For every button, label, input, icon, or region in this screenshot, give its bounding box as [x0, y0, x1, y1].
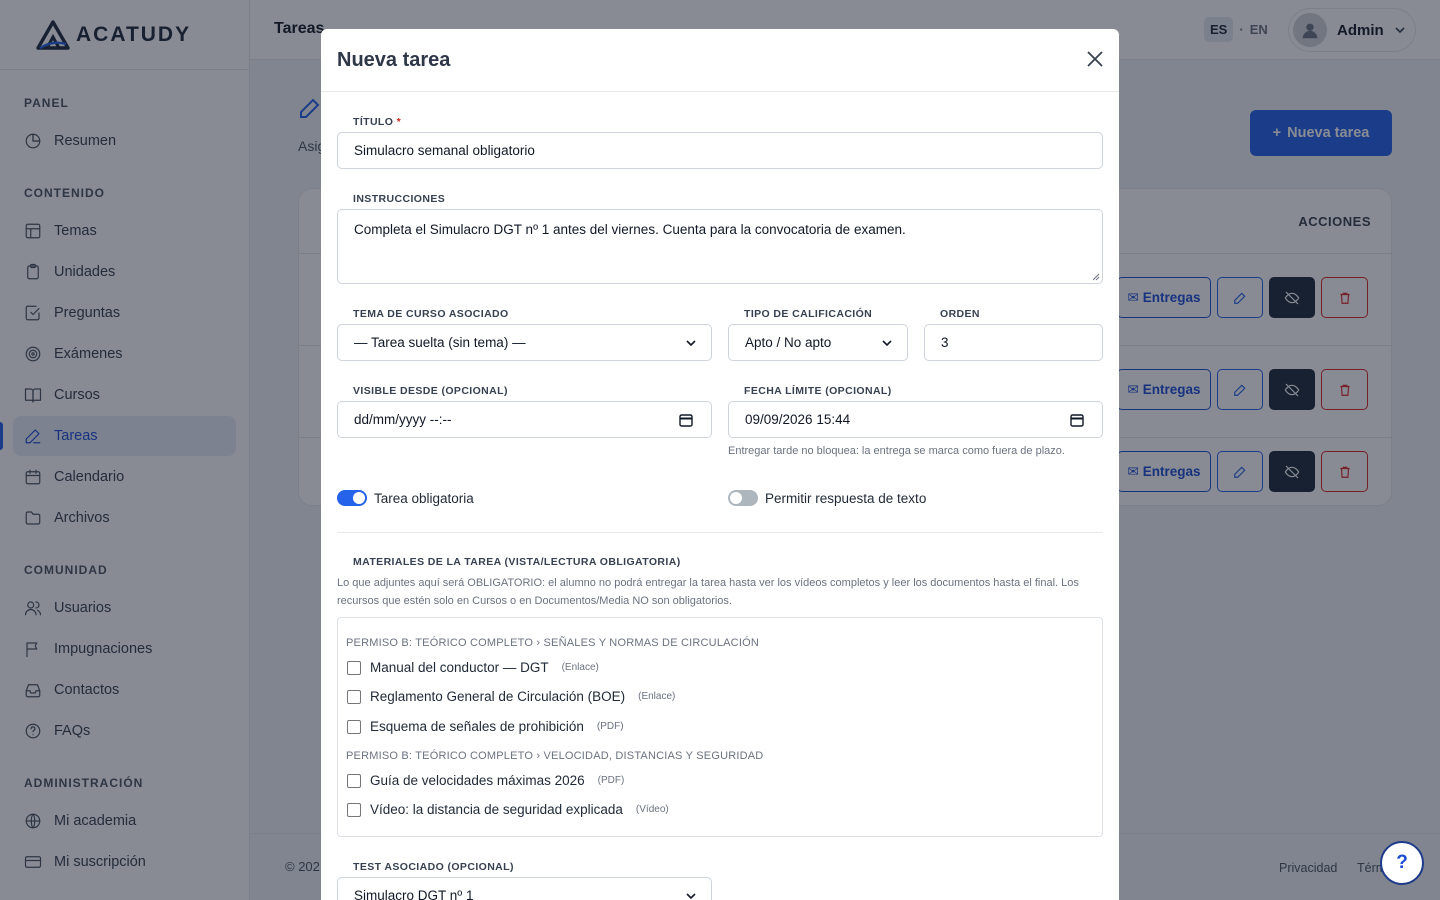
orden-input[interactable]: 3: [924, 324, 1103, 361]
visible-desde-input[interactable]: dd/mm/yyyy --:--: [337, 401, 712, 438]
instrucciones-textarea[interactable]: Completa el Simulacro DGT nº 1 antes del…: [337, 209, 1103, 284]
texto-label: Permitir respuesta de texto: [765, 491, 927, 506]
material-name: Esquema de señales de prohibición: [370, 719, 584, 734]
chevron-down-icon: [686, 892, 696, 899]
materiales-group-title: PERMISO B: TEÓRICO COMPLETO › SEÑALES Y …: [346, 637, 759, 649]
materiales-title: MATERIALES DE LA TAREA (VISTA/LECTURA OB…: [353, 556, 681, 568]
toggle-knob: [730, 492, 742, 504]
material-kind: (PDF): [597, 775, 625, 786]
texto-toggle[interactable]: [728, 490, 758, 506]
tema-label: TEMA DE CURSO ASOCIADO: [353, 308, 509, 320]
visible-desde-label: VISIBLE DESDE (OPCIONAL): [353, 385, 508, 397]
titulo-label: TÍTULO *: [353, 116, 401, 128]
test-select[interactable]: Simulacro DGT nº 1: [337, 877, 712, 900]
modal-title: Nueva tarea: [337, 49, 451, 71]
material-kind: (Enlace): [638, 691, 676, 702]
checkbox[interactable]: [347, 773, 361, 788]
test-label: TEST ASOCIADO (OPCIONAL): [353, 861, 514, 873]
calendar-icon[interactable]: [1070, 413, 1084, 427]
checkbox[interactable]: [347, 689, 361, 704]
visible-desde-value: dd/mm/yyyy --:--: [354, 412, 452, 427]
fecha-limite-label: FECHA LÍMITE (OPCIONAL): [744, 385, 892, 397]
material-kind: (Vídeo): [635, 804, 669, 815]
titulo-input[interactable]: Simulacro semanal obligatorio: [337, 132, 1103, 169]
materiales-description: Lo que adjuntes aquí será OBLIGATORIO: e…: [337, 577, 1079, 607]
checkbox[interactable]: [347, 802, 361, 817]
resize-handle-icon[interactable]: [1091, 272, 1100, 281]
tema-selected: — Tarea suelta (sin tema) —: [354, 335, 526, 350]
material-kind: (Enlace): [561, 662, 599, 673]
calificacion-label: TIPO DE CALIFICACIÓN: [744, 308, 873, 320]
materiales-list[interactable]: PERMISO B: TEÓRICO COMPLETO › SEÑALES Y …: [337, 617, 1103, 837]
new-task-modal: Nueva tarea TÍTULO * Simulacro semanal o…: [321, 29, 1119, 900]
checkbox[interactable]: [347, 660, 361, 675]
material-name: Guía de velocidades máximas 2026: [370, 773, 585, 788]
close-icon[interactable]: [1085, 49, 1105, 69]
list-item[interactable]: Vídeo: la distancia de seguridad explica…: [347, 802, 669, 817]
material-name: Vídeo: la distancia de seguridad explica…: [370, 802, 623, 817]
calendar-icon[interactable]: [679, 413, 693, 427]
material-kind: (PDF): [596, 721, 624, 732]
tema-select[interactable]: — Tarea suelta (sin tema) —: [337, 324, 712, 361]
instrucciones-label: INSTRUCCIONES: [353, 193, 446, 205]
obligatoria-toggle[interactable]: [337, 490, 367, 506]
fecha-limite-hint: Entregar tarde no bloquea: la entrega se…: [728, 445, 1065, 457]
checkbox[interactable]: [347, 719, 361, 734]
fecha-limite-input[interactable]: 09/09/2026 15:44: [728, 401, 1103, 438]
calificacion-selected: Apto / No apto: [745, 335, 832, 350]
list-item[interactable]: Reglamento General de Circulación (BOE) (…: [347, 689, 675, 704]
modal-header: Nueva tarea: [321, 29, 1119, 92]
list-item[interactable]: Manual del conductor — DGT (Enlace): [347, 660, 599, 675]
required-marker: *: [396, 116, 402, 128]
chevron-down-icon: [882, 339, 892, 346]
instrucciones-text: Completa el Simulacro DGT nº 1 antes del…: [354, 222, 906, 237]
help-button[interactable]: ?: [1380, 841, 1424, 885]
chevron-down-icon: [686, 339, 696, 346]
test-selected: Simulacro DGT nº 1: [354, 888, 474, 900]
orden-label: ORDEN: [940, 308, 980, 320]
toggle-knob: [353, 492, 365, 504]
fecha-limite-value: 09/09/2026 15:44: [745, 412, 851, 427]
material-name: Reglamento General de Circulación (BOE): [370, 689, 626, 704]
materiales-group-title: PERMISO B: TEÓRICO COMPLETO › VELOCIDAD,…: [346, 750, 764, 762]
list-item[interactable]: Esquema de señales de prohibición (PDF): [347, 719, 624, 734]
list-item[interactable]: Guía de velocidades máximas 2026 (PDF): [347, 773, 624, 788]
divider: [337, 532, 1103, 533]
material-name: Manual del conductor — DGT: [370, 660, 549, 675]
titulo-label-text: TÍTULO: [353, 116, 394, 128]
obligatoria-label: Tarea obligatoria: [374, 491, 474, 506]
calificacion-select[interactable]: Apto / No apto: [728, 324, 908, 361]
